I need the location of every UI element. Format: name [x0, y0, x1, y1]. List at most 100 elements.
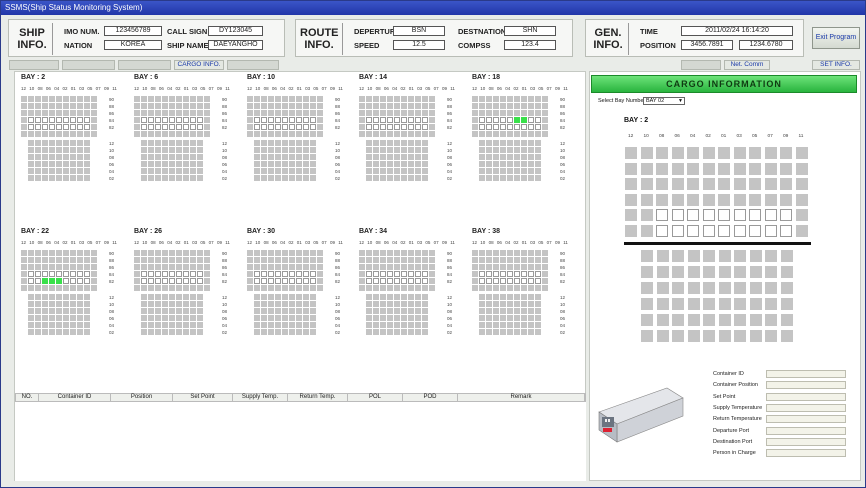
bay-cell[interactable]	[310, 264, 316, 270]
bay-cell[interactable]	[28, 285, 34, 291]
bay-cell[interactable]	[507, 264, 513, 270]
bay-cell[interactable]	[254, 257, 260, 263]
bay-cell[interactable]	[528, 285, 534, 291]
bay-cell[interactable]	[282, 96, 288, 102]
detail-cell[interactable]	[765, 298, 777, 310]
bay-cell[interactable]	[183, 117, 189, 123]
bay-cell[interactable]	[84, 250, 90, 256]
bay-cell[interactable]	[493, 322, 499, 328]
detail-cell[interactable]	[656, 298, 669, 310]
bay-cell[interactable]	[380, 329, 386, 335]
bay-cell[interactable]	[77, 257, 83, 263]
bay-cell[interactable]	[535, 294, 541, 300]
bay-cell[interactable]	[422, 168, 428, 174]
bay-cell[interactable]	[310, 250, 316, 256]
bay-cell[interactable]	[359, 264, 365, 270]
bay-cell[interactable]	[282, 110, 288, 116]
bay-cell[interactable]	[380, 140, 386, 146]
detail-cell[interactable]	[702, 147, 715, 159]
bay-cell[interactable]	[380, 278, 386, 284]
bay-cell[interactable]	[134, 110, 140, 116]
bay-cell[interactable]	[521, 96, 527, 102]
bay-cell[interactable]	[28, 301, 34, 307]
bay-cell[interactable]	[366, 96, 372, 102]
bay-cell[interactable]	[77, 278, 83, 284]
bay-cell[interactable]	[254, 250, 260, 256]
bay-cell[interactable]	[21, 250, 27, 256]
bay-cell[interactable]	[521, 124, 527, 130]
bay-cell[interactable]	[472, 271, 478, 277]
bay-cell[interactable]	[401, 124, 407, 130]
bay-cell[interactable]	[472, 257, 478, 263]
bay-cell[interactable]	[176, 140, 182, 146]
bay-cell[interactable]	[176, 96, 182, 102]
bay-cell[interactable]	[415, 96, 421, 102]
bay-cell[interactable]	[268, 154, 274, 160]
bay-cell[interactable]	[56, 147, 62, 153]
detail-cell[interactable]	[641, 298, 653, 310]
bay-cell[interactable]	[366, 257, 372, 263]
bay-cell[interactable]	[49, 315, 55, 321]
bay-cell[interactable]	[84, 175, 90, 181]
bay-cell[interactable]	[84, 96, 90, 102]
bay-cell[interactable]	[155, 168, 161, 174]
bay-cell[interactable]	[429, 131, 435, 137]
bay-cell[interactable]	[359, 124, 365, 130]
bay-cell[interactable]	[528, 103, 534, 109]
bay-cell[interactable]	[521, 140, 527, 146]
bay-cell[interactable]	[49, 271, 55, 277]
bay-cell[interactable]	[70, 103, 76, 109]
detail-cell[interactable]	[764, 193, 777, 206]
bay-cell[interactable]	[91, 278, 97, 284]
bay-cell[interactable]	[148, 154, 154, 160]
bay-cell[interactable]	[84, 147, 90, 153]
bay-cell[interactable]	[310, 315, 316, 321]
bay-cell[interactable]	[155, 117, 161, 123]
detail-cell[interactable]	[733, 209, 746, 221]
bay-cell[interactable]	[408, 271, 414, 277]
bay-cell[interactable]	[500, 124, 506, 130]
bay-cell[interactable]	[155, 315, 161, 321]
bay-cell[interactable]	[366, 285, 372, 291]
bay-cell[interactable]	[289, 257, 295, 263]
bay-cell[interactable]	[91, 117, 97, 123]
bay-cell[interactable]	[183, 124, 189, 130]
bay-cell[interactable]	[42, 124, 48, 130]
bay-cell[interactable]	[197, 329, 203, 335]
detail-cell[interactable]	[703, 250, 715, 262]
bay-cell[interactable]	[401, 271, 407, 277]
bay-cell[interactable]	[91, 110, 97, 116]
bay-cell[interactable]	[408, 154, 414, 160]
bay-cell[interactable]	[408, 175, 414, 181]
bay-cell[interactable]	[528, 315, 534, 321]
bay-cell[interactable]	[261, 175, 267, 181]
bay-cell[interactable]	[42, 175, 48, 181]
bay-cell[interactable]	[155, 329, 161, 335]
bay-cell[interactable]	[141, 117, 147, 123]
bay-cell[interactable]	[275, 154, 281, 160]
bay-cell[interactable]	[162, 278, 168, 284]
bay-cell[interactable]	[303, 322, 309, 328]
bay-cell[interactable]	[521, 154, 527, 160]
bay-cell[interactable]	[310, 117, 316, 123]
bay-cell[interactable]	[514, 161, 520, 167]
bay-cell[interactable]	[28, 315, 34, 321]
detail-cell[interactable]	[749, 250, 762, 262]
bay-cell[interactable]	[387, 103, 393, 109]
bay-cell[interactable]	[197, 301, 203, 307]
bay-cell[interactable]	[141, 329, 147, 335]
bay-cell[interactable]	[21, 285, 27, 291]
bay-cell[interactable]	[289, 161, 295, 167]
bay-cell[interactable]	[42, 131, 48, 137]
bay-cell[interactable]	[514, 301, 520, 307]
bay-cell[interactable]	[373, 117, 379, 123]
bay-cell[interactable]	[70, 264, 76, 270]
bay-cell[interactable]	[155, 308, 161, 314]
bay-cell[interactable]	[35, 264, 41, 270]
bay-cell[interactable]	[380, 257, 386, 263]
bay-cell[interactable]	[310, 322, 316, 328]
bay-cell[interactable]	[373, 124, 379, 130]
bay-cell[interactable]	[162, 285, 168, 291]
bay-cell[interactable]	[486, 110, 492, 116]
bay-cell[interactable]	[415, 294, 421, 300]
